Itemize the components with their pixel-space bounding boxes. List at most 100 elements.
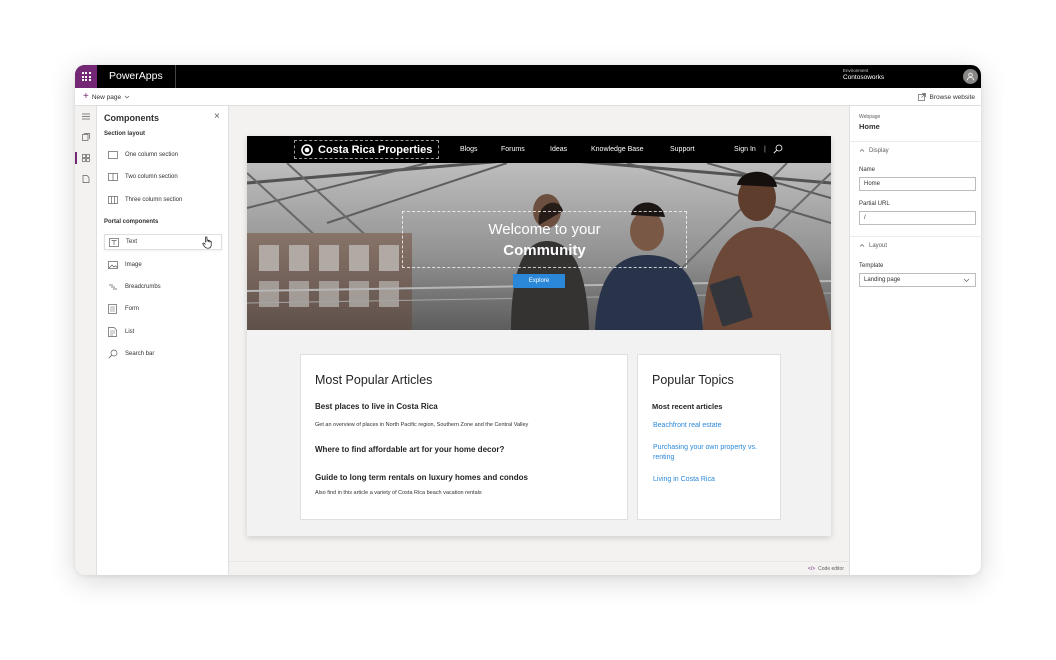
site-search-button[interactable] bbox=[773, 144, 783, 154]
components-panel: Components × Section layout One column s… bbox=[97, 106, 229, 575]
rail-pages-button[interactable] bbox=[75, 130, 97, 144]
rail-components-button[interactable] bbox=[75, 151, 97, 165]
display-section-toggle[interactable]: Display bbox=[850, 141, 981, 159]
chevron-up-icon bbox=[859, 244, 865, 247]
topic-link[interactable]: Purchasing your own property vs. renting bbox=[653, 443, 773, 463]
code-editor-label: Code editor bbox=[818, 566, 844, 572]
site-header: Costa Rica Properties Blogs Forums Ideas… bbox=[247, 136, 831, 163]
portal-components-label: Portal components bbox=[104, 219, 159, 225]
sign-in-link[interactable]: Sign In bbox=[734, 136, 756, 163]
plus-icon: + bbox=[83, 91, 89, 102]
design-canvas: Costa Rica Properties Blogs Forums Ideas… bbox=[229, 106, 849, 575]
rail-menu-button[interactable] bbox=[75, 109, 97, 123]
document-icon bbox=[82, 175, 90, 183]
section-layout-label: Section layout bbox=[104, 131, 146, 137]
rail-themes-button[interactable] bbox=[75, 172, 97, 186]
one-column-icon bbox=[107, 151, 118, 160]
site-brand[interactable]: Costa Rica Properties bbox=[294, 140, 440, 159]
article-title[interactable]: Where to find affordable art for your ho… bbox=[315, 445, 504, 454]
topics-subheading: Most recent articles bbox=[652, 402, 723, 411]
topics-heading: Popular Topics bbox=[652, 373, 734, 387]
component-image[interactable]: Image bbox=[104, 257, 222, 273]
component-two-column-section[interactable]: Two column section bbox=[104, 169, 222, 185]
webpage-name: Home bbox=[859, 122, 880, 131]
component-one-column-section[interactable]: One column section bbox=[104, 147, 222, 163]
environment-name: Contosoworks bbox=[843, 74, 885, 81]
webpage-label: Webpage bbox=[859, 114, 881, 120]
partial-url-field[interactable]: / bbox=[859, 211, 976, 225]
app-launcher-button[interactable] bbox=[75, 65, 97, 88]
hand-cursor-icon bbox=[202, 236, 212, 249]
component-breadcrumbs[interactable]: Breadcrumbs bbox=[104, 279, 222, 295]
component-text[interactable]: Text bbox=[104, 234, 222, 250]
left-rail bbox=[75, 106, 97, 575]
command-bar: + New page Browse website bbox=[75, 88, 981, 106]
code-icon: </> bbox=[807, 566, 816, 572]
two-column-icon bbox=[107, 173, 118, 182]
account-button[interactable] bbox=[959, 65, 981, 88]
article-description: Also find in this article a variety of C… bbox=[315, 490, 482, 496]
three-column-icon bbox=[107, 196, 118, 205]
component-search-bar[interactable]: Search bar bbox=[104, 346, 222, 362]
list-icon bbox=[107, 327, 118, 337]
hero-title-line2: Community bbox=[503, 242, 586, 259]
component-label: Image bbox=[125, 262, 142, 268]
nav-link-ideas[interactable]: Ideas bbox=[550, 136, 567, 163]
component-label: Form bbox=[125, 306, 139, 312]
top-bar: PowerApps Environment Contosoworks bbox=[75, 65, 981, 88]
article-title[interactable]: Guide to long term rentals on luxury hom… bbox=[315, 473, 528, 482]
avatar bbox=[962, 69, 978, 84]
topic-link[interactable]: Beachfront real estate bbox=[653, 421, 773, 431]
app-name[interactable]: PowerApps bbox=[97, 65, 176, 88]
person-icon bbox=[966, 72, 974, 81]
components-icon bbox=[82, 154, 90, 162]
name-field[interactable]: Home bbox=[859, 177, 976, 191]
new-page-button[interactable]: + New page bbox=[83, 88, 130, 106]
text-icon bbox=[108, 237, 119, 247]
code-editor-button[interactable]: </> Code editor bbox=[808, 566, 844, 572]
layout-section-label: Layout bbox=[869, 242, 888, 249]
pages-icon bbox=[82, 133, 90, 141]
name-label: Name bbox=[859, 167, 876, 173]
chevron-down-icon bbox=[963, 278, 970, 282]
partial-url-label: Partial URL bbox=[859, 201, 890, 207]
webpage-preview: Costa Rica Properties Blogs Forums Ideas… bbox=[247, 136, 831, 536]
template-label: Template bbox=[859, 263, 884, 269]
layout-section-toggle[interactable]: Layout bbox=[850, 236, 981, 254]
nav-link-blogs[interactable]: Blogs bbox=[460, 136, 478, 163]
hero-selection-box bbox=[402, 211, 687, 268]
open-external-icon bbox=[918, 93, 927, 101]
environment-picker[interactable]: Environment Contosoworks bbox=[843, 68, 884, 82]
close-icon[interactable]: × bbox=[214, 111, 220, 122]
component-label: Two column section bbox=[125, 174, 178, 180]
component-label: Text bbox=[126, 239, 138, 245]
breadcrumbs-icon bbox=[107, 283, 118, 292]
template-dropdown[interactable]: Landing page bbox=[859, 273, 976, 287]
browse-website-button[interactable]: Browse website bbox=[918, 88, 975, 106]
component-three-column-section[interactable]: Three column section bbox=[104, 192, 222, 208]
nav-link-support[interactable]: Support bbox=[670, 136, 695, 163]
hero-title-line1: Welcome to your bbox=[488, 221, 601, 238]
nav-link-knowledge-base[interactable]: Knowledge Base bbox=[591, 136, 644, 163]
component-label: Search bar bbox=[125, 351, 155, 357]
topic-link[interactable]: Living in Costa Rica bbox=[653, 475, 773, 485]
component-list[interactable]: List bbox=[104, 324, 222, 340]
chevron-down-icon bbox=[124, 95, 130, 99]
waffle-icon bbox=[81, 72, 91, 81]
component-form[interactable]: Form bbox=[104, 301, 222, 317]
properties-panel: Webpage Home Display Name Home Partial U… bbox=[849, 106, 981, 575]
chevron-up-icon bbox=[859, 149, 865, 152]
nav-divider: | bbox=[764, 146, 766, 153]
active-indicator bbox=[75, 152, 77, 164]
nav-link-forums[interactable]: Forums bbox=[501, 136, 525, 163]
search-icon bbox=[107, 349, 118, 359]
component-label: List bbox=[125, 329, 135, 335]
site-brand-name: Costa Rica Properties bbox=[318, 143, 433, 156]
article-title[interactable]: Best places to live in Costa Rica bbox=[315, 402, 438, 411]
articles-card: Most Popular Articles Best places to liv… bbox=[300, 354, 628, 520]
explore-button[interactable]: Explore bbox=[513, 274, 565, 288]
canvas-footer: </> Code editor bbox=[229, 561, 849, 575]
form-icon bbox=[107, 304, 118, 314]
component-label: Three column section bbox=[125, 197, 183, 203]
articles-heading: Most Popular Articles bbox=[315, 373, 433, 387]
